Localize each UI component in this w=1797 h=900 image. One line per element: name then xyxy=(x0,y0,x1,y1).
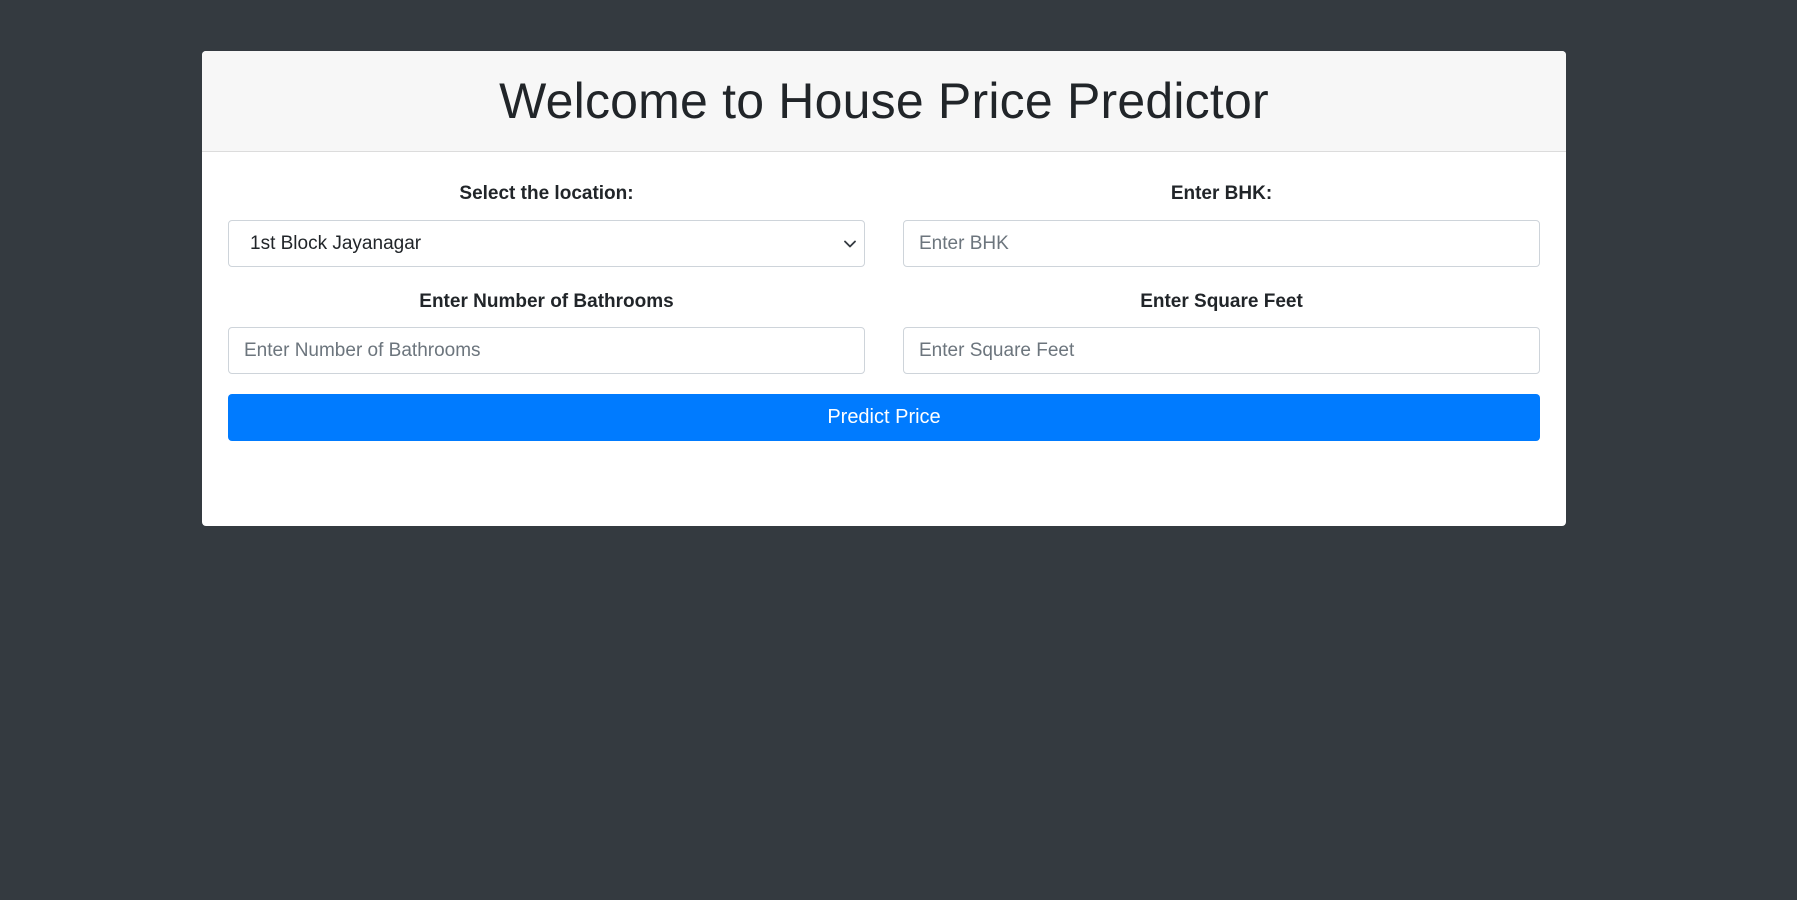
location-selected-value: 1st Block Jayanagar xyxy=(250,232,422,254)
prediction-form: Select the location: 1st Block Jayanagar… xyxy=(202,181,1566,441)
bathrooms-label: Enter Number of Bathrooms xyxy=(419,291,674,312)
location-field: Select the location: 1st Block Jayanagar xyxy=(228,181,865,267)
bhk-input[interactable] xyxy=(903,220,1540,267)
location-select-wrapper: 1st Block Jayanagar xyxy=(228,220,865,267)
page-title: Welcome to House Price Predictor xyxy=(499,73,1269,129)
location-select[interactable]: 1st Block Jayanagar xyxy=(228,220,865,267)
predict-price-button[interactable]: Predict Price xyxy=(228,394,1540,441)
card-header: Welcome to House Price Predictor xyxy=(202,51,1566,152)
bhk-label: Enter BHK: xyxy=(1170,183,1273,204)
chevron-down-icon xyxy=(842,236,858,252)
form-row-1: Select the location: 1st Block Jayanagar… xyxy=(228,181,1540,267)
bathrooms-field: Enter Number of Bathrooms xyxy=(228,289,865,374)
sqft-label: Enter Square Feet xyxy=(1140,291,1303,312)
sqft-input[interactable] xyxy=(903,327,1540,374)
location-label: Select the location: xyxy=(459,183,634,204)
bathrooms-input[interactable] xyxy=(228,327,865,374)
form-row-2: Enter Number of Bathrooms Enter Square F… xyxy=(228,289,1540,374)
bhk-field: Enter BHK: xyxy=(903,181,1540,267)
sqft-field: Enter Square Feet xyxy=(903,289,1540,374)
predictor-card: Welcome to House Price Predictor Select … xyxy=(202,51,1566,526)
